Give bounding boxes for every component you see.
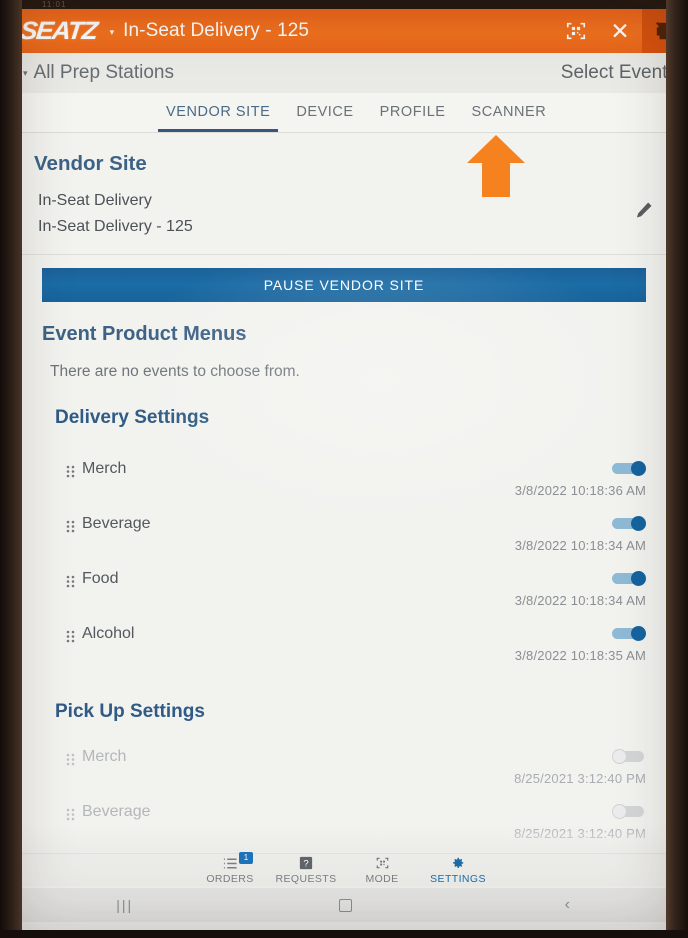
- table-row[interactable]: Merch 8/25/2021 3:12:40 PM: [22, 743, 666, 798]
- tab-vendor-site[interactable]: VENDOR SITE: [157, 104, 279, 132]
- svg-text:?: ?: [303, 859, 308, 870]
- toggle-switch[interactable]: [612, 516, 646, 531]
- device-screen: SEATZ ▾ In-Seat Delivery - 125 ✕ ▾ All P…: [0, 0, 688, 930]
- annotation-arrow-icon: [466, 135, 526, 197]
- pickup-settings-heading: Pick Up Settings: [55, 701, 205, 722]
- tablet-bezel-right: [666, 0, 688, 938]
- nav-label: MODE: [365, 872, 399, 885]
- page-title: Vendor Site: [34, 152, 147, 175]
- row-timestamp: 3/8/2022 10:18:35 AM: [514, 648, 646, 663]
- vendor-site-name: In-Seat Delivery - 125: [38, 218, 193, 235]
- row-label: Alcohol: [82, 625, 135, 642]
- nav-item-requests[interactable]: ? REQUESTS: [268, 856, 344, 885]
- row-timestamp: 3/8/2022 10:18:34 AM: [514, 538, 646, 553]
- row-timestamp: 8/25/2021 3:12:40 PM: [514, 826, 646, 841]
- drag-handle-icon[interactable]: [66, 630, 75, 643]
- orders-badge: 1: [239, 851, 253, 864]
- select-event-selector[interactable]: Select Event: [561, 62, 668, 84]
- qr-scan-icon: [344, 856, 420, 871]
- recents-button[interactable]: |||: [14, 897, 235, 913]
- tablet-bezel-left: [0, 0, 22, 938]
- nav-label: SETTINGS: [430, 872, 486, 885]
- row-label: Beverage: [82, 803, 151, 820]
- prep-stations-caret-icon[interactable]: ▾: [23, 68, 28, 79]
- toggle-switch[interactable]: [612, 626, 646, 641]
- tablet-bezel-bottom: [0, 930, 688, 938]
- row-label: Merch: [82, 748, 127, 765]
- close-icon[interactable]: ✕: [598, 9, 642, 53]
- no-events-message: There are no events to choose from.: [50, 363, 300, 380]
- table-row[interactable]: Merch 3/8/2022 10:18:36 AM: [22, 455, 666, 510]
- drag-handle-icon[interactable]: [66, 753, 75, 766]
- tablet-photo: 11:01 SEATZ ▾ In-Seat Delivery - 125 ✕ ▾…: [0, 0, 688, 938]
- table-row[interactable]: Food 3/8/2022 10:18:34 AM: [22, 565, 666, 620]
- app-title-dropdown-caret[interactable]: ▾: [110, 27, 115, 38]
- drag-handle-icon[interactable]: [66, 575, 75, 588]
- bottom-navigation: 1 ORDERS ? REQUESTS MODE SETTINGS: [22, 851, 666, 886]
- tab-scanner[interactable]: SCANNER: [472, 104, 547, 122]
- toggle-switch[interactable]: [612, 571, 646, 586]
- drag-handle-icon[interactable]: [66, 520, 75, 533]
- nav-item-settings[interactable]: SETTINGS: [420, 856, 496, 885]
- pause-vendor-site-button[interactable]: PAUSE VENDOR SITE: [42, 268, 646, 302]
- table-row[interactable]: Beverage 3/8/2022 10:18:34 AM: [22, 510, 666, 565]
- app-bar-title: In-Seat Delivery - 125: [123, 20, 310, 41]
- back-button[interactable]: ‹: [457, 896, 678, 914]
- vendor-info-block: In-Seat Delivery In-Seat Delivery - 125: [38, 188, 666, 240]
- help-box-icon: ?: [268, 856, 344, 871]
- prep-station-bar: ▾ All Prep Stations Select Event ▾: [14, 53, 688, 93]
- gear-icon: [420, 856, 496, 871]
- row-timestamp: 8/25/2021 3:12:40 PM: [514, 771, 646, 786]
- section-divider: [22, 254, 666, 255]
- nav-item-mode[interactable]: MODE: [344, 856, 420, 885]
- nav-label: REQUESTS: [275, 872, 337, 885]
- delivery-settings-heading: Delivery Settings: [55, 407, 210, 428]
- toggle-switch[interactable]: [612, 804, 646, 819]
- row-timestamp: 3/8/2022 10:18:34 AM: [514, 593, 646, 608]
- toggle-switch[interactable]: [612, 749, 646, 764]
- content-card: VENDOR SITE DEVICE PROFILE SCANNER Vendo…: [22, 93, 666, 854]
- app-bar: SEATZ ▾ In-Seat Delivery - 125 ✕: [14, 9, 688, 53]
- drag-handle-icon[interactable]: [66, 465, 75, 478]
- seatz-logo[interactable]: SEATZ: [17, 17, 100, 45]
- toggle-switch[interactable]: [612, 461, 646, 476]
- row-label: Merch: [82, 460, 127, 477]
- row-label: Food: [82, 570, 119, 587]
- nav-label: ORDERS: [206, 872, 254, 885]
- drag-handle-icon[interactable]: [66, 808, 75, 821]
- tab-profile[interactable]: PROFILE: [380, 104, 446, 122]
- android-status-bar: 11:01: [0, 0, 688, 9]
- android-system-nav: ||| ‹: [14, 888, 678, 922]
- row-timestamp: 3/8/2022 10:18:36 AM: [514, 483, 646, 498]
- table-row[interactable]: Alcohol 3/8/2022 10:18:35 AM: [22, 620, 666, 675]
- delivery-settings-rows: Merch 3/8/2022 10:18:36 AM Beverage 3/8/…: [22, 455, 666, 675]
- event-product-menus-heading: Event Product Menus: [42, 323, 247, 345]
- vendor-site-panel: Vendor Site In-Seat Delivery In-Seat Del…: [22, 134, 666, 854]
- vendor-name: In-Seat Delivery: [38, 192, 152, 209]
- tab-device[interactable]: DEVICE: [296, 104, 353, 122]
- row-label: Beverage: [82, 515, 151, 532]
- tab-bar: VENDOR SITE DEVICE PROFILE SCANNER: [22, 93, 666, 133]
- table-row[interactable]: Beverage 8/25/2021 3:12:40 PM: [22, 798, 666, 853]
- prep-stations-selector[interactable]: All Prep Stations: [34, 62, 174, 84]
- pickup-settings-rows: Merch 8/25/2021 3:12:40 PM Beverage 8/25…: [22, 743, 666, 853]
- home-button[interactable]: [235, 898, 456, 912]
- nav-item-orders[interactable]: 1 ORDERS: [192, 851, 268, 885]
- pencil-icon[interactable]: [634, 200, 654, 225]
- qr-scan-icon[interactable]: [554, 9, 598, 53]
- list-icon: [192, 856, 268, 871]
